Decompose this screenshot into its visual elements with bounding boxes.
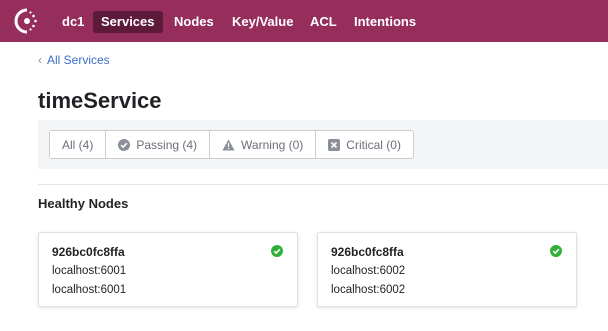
filter-passing[interactable]: Passing (4)	[106, 131, 211, 158]
page-title: timeService	[38, 88, 162, 113]
healthy-nodes-heading: Healthy Nodes	[38, 196, 129, 211]
check-circle-icon	[118, 138, 131, 151]
top-navigation-bar: dc1 Services Nodes Key/Value ACL Intenti…	[0, 0, 608, 42]
node-address: localhost:6001	[52, 265, 127, 277]
filter-warning-label: Warning (0)	[241, 137, 304, 152]
breadcrumb[interactable]: ‹ All Services	[38, 53, 110, 67]
filter-passing-label: Passing (4)	[136, 137, 198, 152]
filter-all[interactable]: All (4)	[50, 131, 107, 158]
passing-check-icon	[550, 245, 562, 257]
filter-warning[interactable]: Warning (0)	[210, 131, 317, 158]
chevron-left-icon: ‹	[38, 53, 42, 67]
nav-key-value[interactable]: Key/Value	[224, 11, 301, 33]
consul-logo-icon[interactable]	[14, 8, 40, 34]
nav-services[interactable]: Services	[93, 11, 163, 33]
filter-all-label: All (4)	[62, 137, 94, 152]
node-card[interactable]: 926bc0fc8ffa localhost:6002 localhost:60…	[317, 232, 577, 307]
critical-x-icon	[328, 138, 341, 151]
node-name: 926bc0fc8ffa	[52, 245, 125, 259]
service-address: localhost:6001	[52, 284, 127, 296]
breadcrumb-all-services[interactable]: All Services	[47, 53, 110, 67]
passing-check-icon	[271, 245, 283, 257]
nav-intentions[interactable]: Intentions	[346, 11, 424, 33]
filter-critical-label: Critical (0)	[346, 137, 401, 152]
nav-acl[interactable]: ACL	[302, 11, 345, 33]
nav-nodes[interactable]: Nodes	[166, 11, 222, 33]
filter-critical[interactable]: Critical (0)	[316, 131, 413, 158]
warning-icon	[222, 139, 235, 150]
datacenter-selector[interactable]: dc1	[54, 11, 92, 33]
node-name: 926bc0fc8ffa	[331, 245, 404, 259]
health-filter-group: All (4) Passing (4) Warning (0) Critical…	[49, 130, 414, 159]
node-address: localhost:6002	[331, 265, 406, 277]
section-divider	[38, 184, 608, 185]
node-card[interactable]: 926bc0fc8ffa localhost:6001 localhost:60…	[38, 232, 298, 307]
service-address: localhost:6002	[331, 284, 406, 296]
